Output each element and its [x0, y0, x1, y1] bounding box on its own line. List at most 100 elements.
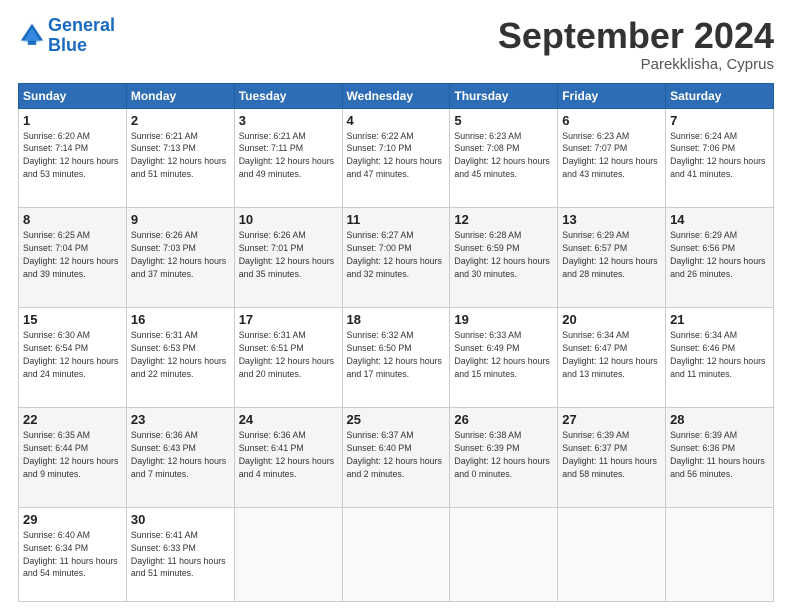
table-row: 20 Sunrise: 6:34 AMSunset: 6:47 PMDaylig…	[558, 308, 666, 408]
day-info: Sunrise: 6:41 AMSunset: 6:33 PMDaylight:…	[131, 529, 230, 580]
day-number: 1	[23, 113, 122, 128]
table-row: 3 Sunrise: 6:21 AMSunset: 7:11 PMDayligh…	[234, 108, 342, 208]
day-number: 16	[131, 312, 230, 327]
day-info: Sunrise: 6:35 AMSunset: 6:44 PMDaylight:…	[23, 429, 122, 480]
table-row: 26 Sunrise: 6:38 AMSunset: 6:39 PMDaylig…	[450, 408, 558, 508]
day-number: 11	[347, 212, 446, 227]
table-row: 13 Sunrise: 6:29 AMSunset: 6:57 PMDaylig…	[558, 208, 666, 308]
table-row: 10 Sunrise: 6:26 AMSunset: 7:01 PMDaylig…	[234, 208, 342, 308]
day-number: 20	[562, 312, 661, 327]
day-number: 13	[562, 212, 661, 227]
table-row: 18 Sunrise: 6:32 AMSunset: 6:50 PMDaylig…	[342, 308, 450, 408]
col-wednesday: Wednesday	[342, 83, 450, 108]
day-info: Sunrise: 6:23 AMSunset: 7:07 PMDaylight:…	[562, 130, 661, 181]
col-friday: Friday	[558, 83, 666, 108]
table-row: 17 Sunrise: 6:31 AMSunset: 6:51 PMDaylig…	[234, 308, 342, 408]
day-info: Sunrise: 6:22 AMSunset: 7:10 PMDaylight:…	[347, 130, 446, 181]
page: General Blue September 2024 Parekklisha,…	[0, 0, 792, 612]
day-number: 25	[347, 412, 446, 427]
table-row: 27 Sunrise: 6:39 AMSunset: 6:37 PMDaylig…	[558, 408, 666, 508]
table-row: 7 Sunrise: 6:24 AMSunset: 7:06 PMDayligh…	[666, 108, 774, 208]
day-number: 27	[562, 412, 661, 427]
day-info: Sunrise: 6:23 AMSunset: 7:08 PMDaylight:…	[454, 130, 553, 181]
day-number: 4	[347, 113, 446, 128]
col-monday: Monday	[126, 83, 234, 108]
header-row: Sunday Monday Tuesday Wednesday Thursday…	[19, 83, 774, 108]
day-number: 18	[347, 312, 446, 327]
location-subtitle: Parekklisha, Cyprus	[498, 56, 774, 73]
day-info: Sunrise: 6:29 AMSunset: 6:57 PMDaylight:…	[562, 229, 661, 280]
title-block: September 2024 Parekklisha, Cyprus	[498, 16, 774, 73]
day-info: Sunrise: 6:26 AMSunset: 7:03 PMDaylight:…	[131, 229, 230, 280]
table-row: 19 Sunrise: 6:33 AMSunset: 6:49 PMDaylig…	[450, 308, 558, 408]
table-row: 29 Sunrise: 6:40 AMSunset: 6:34 PMDaylig…	[19, 508, 127, 602]
table-row: 24 Sunrise: 6:36 AMSunset: 6:41 PMDaylig…	[234, 408, 342, 508]
day-info: Sunrise: 6:25 AMSunset: 7:04 PMDaylight:…	[23, 229, 122, 280]
day-info: Sunrise: 6:33 AMSunset: 6:49 PMDaylight:…	[454, 329, 553, 380]
table-row: 6 Sunrise: 6:23 AMSunset: 7:07 PMDayligh…	[558, 108, 666, 208]
day-info: Sunrise: 6:27 AMSunset: 7:00 PMDaylight:…	[347, 229, 446, 280]
day-number: 26	[454, 412, 553, 427]
calendar-table: Sunday Monday Tuesday Wednesday Thursday…	[18, 83, 774, 602]
day-info: Sunrise: 6:20 AMSunset: 7:14 PMDaylight:…	[23, 130, 122, 181]
day-info: Sunrise: 6:24 AMSunset: 7:06 PMDaylight:…	[670, 130, 769, 181]
day-info: Sunrise: 6:26 AMSunset: 7:01 PMDaylight:…	[239, 229, 338, 280]
day-number: 23	[131, 412, 230, 427]
table-row: 21 Sunrise: 6:34 AMSunset: 6:46 PMDaylig…	[666, 308, 774, 408]
table-row: 8 Sunrise: 6:25 AMSunset: 7:04 PMDayligh…	[19, 208, 127, 308]
table-row: 28 Sunrise: 6:39 AMSunset: 6:36 PMDaylig…	[666, 408, 774, 508]
day-number: 17	[239, 312, 338, 327]
table-row	[342, 508, 450, 602]
day-number: 21	[670, 312, 769, 327]
table-row: 25 Sunrise: 6:37 AMSunset: 6:40 PMDaylig…	[342, 408, 450, 508]
col-saturday: Saturday	[666, 83, 774, 108]
day-number: 2	[131, 113, 230, 128]
day-number: 9	[131, 212, 230, 227]
day-number: 7	[670, 113, 769, 128]
table-row: 1 Sunrise: 6:20 AMSunset: 7:14 PMDayligh…	[19, 108, 127, 208]
day-number: 30	[131, 512, 230, 527]
table-row: 2 Sunrise: 6:21 AMSunset: 7:13 PMDayligh…	[126, 108, 234, 208]
day-number: 10	[239, 212, 338, 227]
table-row: 23 Sunrise: 6:36 AMSunset: 6:43 PMDaylig…	[126, 408, 234, 508]
table-row: 4 Sunrise: 6:22 AMSunset: 7:10 PMDayligh…	[342, 108, 450, 208]
table-row: 30 Sunrise: 6:41 AMSunset: 6:33 PMDaylig…	[126, 508, 234, 602]
day-number: 5	[454, 113, 553, 128]
day-number: 29	[23, 512, 122, 527]
day-number: 28	[670, 412, 769, 427]
header: General Blue September 2024 Parekklisha,…	[18, 16, 774, 73]
day-info: Sunrise: 6:36 AMSunset: 6:43 PMDaylight:…	[131, 429, 230, 480]
logo-icon	[18, 21, 46, 49]
table-row	[558, 508, 666, 602]
day-info: Sunrise: 6:38 AMSunset: 6:39 PMDaylight:…	[454, 429, 553, 480]
table-row	[234, 508, 342, 602]
day-number: 22	[23, 412, 122, 427]
day-number: 15	[23, 312, 122, 327]
month-title: September 2024	[498, 16, 774, 56]
logo: General Blue	[18, 16, 115, 56]
day-info: Sunrise: 6:31 AMSunset: 6:51 PMDaylight:…	[239, 329, 338, 380]
day-info: Sunrise: 6:30 AMSunset: 6:54 PMDaylight:…	[23, 329, 122, 380]
table-row: 14 Sunrise: 6:29 AMSunset: 6:56 PMDaylig…	[666, 208, 774, 308]
table-row: 16 Sunrise: 6:31 AMSunset: 6:53 PMDaylig…	[126, 308, 234, 408]
day-info: Sunrise: 6:36 AMSunset: 6:41 PMDaylight:…	[239, 429, 338, 480]
table-row: 5 Sunrise: 6:23 AMSunset: 7:08 PMDayligh…	[450, 108, 558, 208]
day-info: Sunrise: 6:39 AMSunset: 6:37 PMDaylight:…	[562, 429, 661, 480]
day-info: Sunrise: 6:28 AMSunset: 6:59 PMDaylight:…	[454, 229, 553, 280]
table-row: 11 Sunrise: 6:27 AMSunset: 7:00 PMDaylig…	[342, 208, 450, 308]
day-info: Sunrise: 6:39 AMSunset: 6:36 PMDaylight:…	[670, 429, 769, 480]
day-number: 19	[454, 312, 553, 327]
day-info: Sunrise: 6:40 AMSunset: 6:34 PMDaylight:…	[23, 529, 122, 580]
table-row: 12 Sunrise: 6:28 AMSunset: 6:59 PMDaylig…	[450, 208, 558, 308]
day-number: 3	[239, 113, 338, 128]
col-thursday: Thursday	[450, 83, 558, 108]
day-info: Sunrise: 6:21 AMSunset: 7:13 PMDaylight:…	[131, 130, 230, 181]
day-info: Sunrise: 6:21 AMSunset: 7:11 PMDaylight:…	[239, 130, 338, 181]
day-number: 24	[239, 412, 338, 427]
day-info: Sunrise: 6:29 AMSunset: 6:56 PMDaylight:…	[670, 229, 769, 280]
table-row: 9 Sunrise: 6:26 AMSunset: 7:03 PMDayligh…	[126, 208, 234, 308]
table-row: 15 Sunrise: 6:30 AMSunset: 6:54 PMDaylig…	[19, 308, 127, 408]
day-info: Sunrise: 6:32 AMSunset: 6:50 PMDaylight:…	[347, 329, 446, 380]
day-number: 6	[562, 113, 661, 128]
day-info: Sunrise: 6:34 AMSunset: 6:47 PMDaylight:…	[562, 329, 661, 380]
